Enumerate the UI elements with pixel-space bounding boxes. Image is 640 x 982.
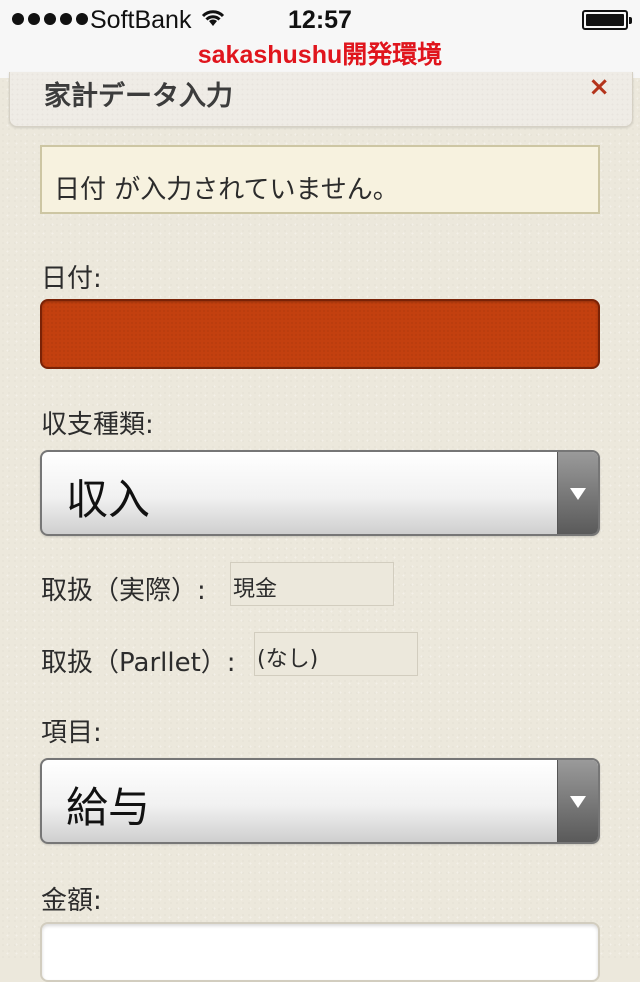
type-label: 収支種類:: [41, 410, 154, 440]
type-select-value: 収入: [66, 475, 151, 524]
chevron-down-icon: [557, 452, 598, 534]
date-label: 日付:: [41, 264, 102, 294]
chevron-down-icon: [557, 760, 598, 842]
clock: 12:57: [288, 6, 352, 34]
status-bar: SoftBank 12:57: [0, 0, 640, 40]
amount-field[interactable]: [40, 922, 600, 982]
handling-actual-label: 取扱（実際）:: [41, 576, 206, 606]
handling-parllet-label: 取扱（Parllet）:: [41, 648, 236, 678]
handling-actual-value: 現金: [230, 562, 394, 606]
dialog-title: 家計データ入力: [44, 81, 233, 112]
item-label: 項目:: [41, 718, 102, 748]
amount-label: 金額:: [41, 886, 102, 916]
income-expense-type-select[interactable]: 収入: [40, 450, 600, 536]
date-field[interactable]: [40, 299, 600, 369]
item-select[interactable]: 給与: [40, 758, 600, 844]
error-message: 日付 が入力されていません。: [40, 145, 600, 214]
item-select-value: 給与: [66, 783, 151, 832]
battery-icon: [582, 10, 632, 30]
close-icon[interactable]: ×: [588, 72, 610, 102]
handling-parllet-value: (なし): [254, 632, 418, 676]
dialog-header: 家計データ入力 ×: [9, 72, 633, 127]
